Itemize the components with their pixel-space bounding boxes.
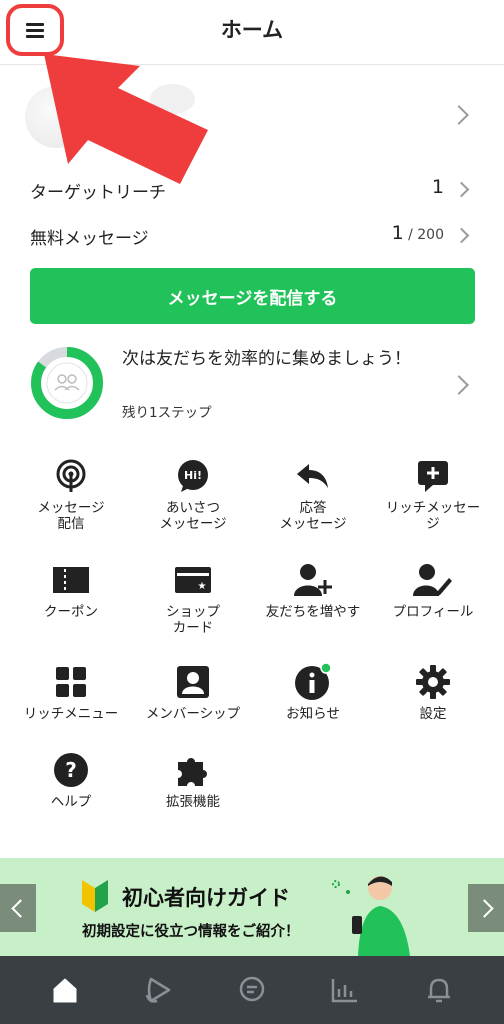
menu-auto-reply[interactable]: 応答 メッセージ [258,456,368,532]
notification-icon [428,978,450,1003]
timeline-icon [145,977,171,1003]
chevron-right-icon [449,375,469,395]
menu-rich-message[interactable]: リッチメッセー ジ [378,456,488,532]
banner-prev-button[interactable] [0,884,36,932]
menu-add-friends[interactable]: 友だちを増やす [258,560,368,620]
guide-person-illustration [332,876,410,956]
send-message-button[interactable]: メッセージを配信する [30,268,475,324]
page-title: ホーム [220,18,284,42]
menu-greeting-message[interactable]: Hi! あいさつ メッセージ [138,456,248,532]
rich-message-icon [413,456,453,496]
menu-membership[interactable]: メンバーシップ [138,662,248,722]
onboarding-progress-ring [31,347,103,419]
svg-text:Hi!: Hi! [184,469,202,482]
beginner-mark-icon [82,880,108,912]
menu-extensions[interactable]: 拡張機能 [138,750,248,810]
add-friend-icon [293,560,333,600]
menu-profile[interactable]: プロフィール [378,560,488,620]
bottom-tab-bar [0,956,504,1024]
onboarding-remaining: 残り1ステップ [122,405,212,421]
menu-message-broadcast[interactable]: メッセージ 配信 [16,456,126,532]
menu-settings[interactable]: 設定 [378,662,488,722]
menu-coupon[interactable]: クーポン [16,560,126,620]
help-icon: ? [51,750,91,790]
chevron-right-icon [474,898,494,918]
analytics-icon [331,979,357,1003]
tab-home[interactable] [35,970,95,1010]
shop-card-icon: ★ [173,560,213,600]
free-message-label: 無料メッセージ [30,229,149,249]
target-reach-label: ターゲットリーチ [30,183,166,203]
menu-notice[interactable]: お知らせ [258,662,368,722]
beginner-guide-banner[interactable]: 初心者向けガイド 初期設定に役立つ情報をご紹介！ [0,858,504,956]
target-reach-row[interactable]: ターゲットリーチ 1 [0,170,504,210]
home-icon [53,978,77,1003]
rich-menu-icon [51,662,91,702]
info-icon [293,662,333,702]
tab-notifications[interactable] [409,970,469,1010]
tab-analytics[interactable] [315,970,375,1010]
menu-shop-card[interactable]: ★ ショップ カード [138,560,248,636]
profile-edit-icon [413,560,453,600]
gear-icon [413,662,453,702]
banner-next-button[interactable] [468,884,504,932]
puzzle-icon [173,750,213,790]
free-message-value: 1 / 200 [391,222,444,244]
broadcast-icon [51,456,91,496]
reply-icon [293,456,333,496]
chevron-right-icon [449,105,469,125]
target-reach-value: 1 [431,176,444,198]
svg-text:★: ★ [198,581,207,592]
onboarding-message[interactable]: 次は友だちを効率的に集めましょう！ [122,345,422,373]
banner-subtitle: 初期設定に役立つ情報をご紹介！ [82,924,300,940]
tab-chat[interactable] [222,970,282,1010]
tab-timeline[interactable] [128,970,188,1010]
free-message-row[interactable]: 無料メッセージ 1 / 200 [0,216,504,256]
chevron-left-icon [10,898,30,918]
chat-icon [239,976,265,1002]
chevron-right-icon [453,227,470,244]
membership-icon [173,662,213,702]
hi-chat-icon: Hi! [173,456,213,496]
svg-text:?: ? [65,758,77,782]
banner-title: 初心者向けガイド [122,886,290,910]
coupon-icon [51,560,91,600]
menu-help[interactable]: ? ヘルプ [16,750,126,810]
menu-rich-menu[interactable]: リッチメニュー [16,662,126,722]
chevron-right-icon [453,181,470,198]
